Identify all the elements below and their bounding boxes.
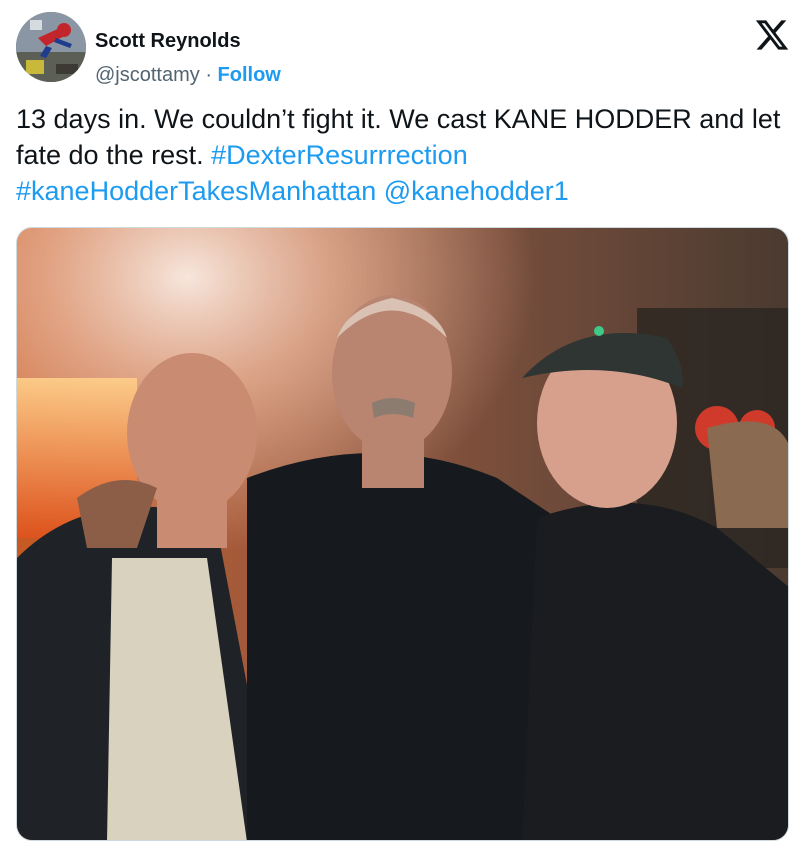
photo-three-men-illustration	[17, 228, 788, 840]
tweet-embed-card: Scott Reynolds @jscottamy · Follow 13 da…	[0, 0, 807, 852]
tweet-photo[interactable]	[16, 227, 789, 841]
tweet-header: Scott Reynolds @jscottamy · Follow	[16, 12, 796, 86]
handle-separator: ·	[199, 64, 218, 86]
author-display-name[interactable]: Scott Reynolds	[95, 29, 241, 53]
tweet-text: 13 days in. We couldn’t fight it. We cas…	[16, 101, 786, 209]
author-avatar[interactable]	[16, 12, 86, 82]
hashtag-dexter-resurrrection[interactable]: #DexterResurrrection	[211, 140, 468, 170]
spider-man-avatar-icon	[16, 12, 86, 82]
author-handle[interactable]: @jscottamy	[95, 64, 200, 86]
mention-kanehodder1[interactable]: @kanehodder1	[384, 176, 569, 206]
follow-button[interactable]: Follow	[218, 64, 281, 86]
hashtag-kane-hodder-takes-manhattan[interactable]: #kaneHodderTakesManhattan	[16, 176, 376, 206]
author-handle-row: @jscottamy · Follow	[95, 63, 281, 87]
x-logo-icon[interactable]	[754, 17, 790, 53]
